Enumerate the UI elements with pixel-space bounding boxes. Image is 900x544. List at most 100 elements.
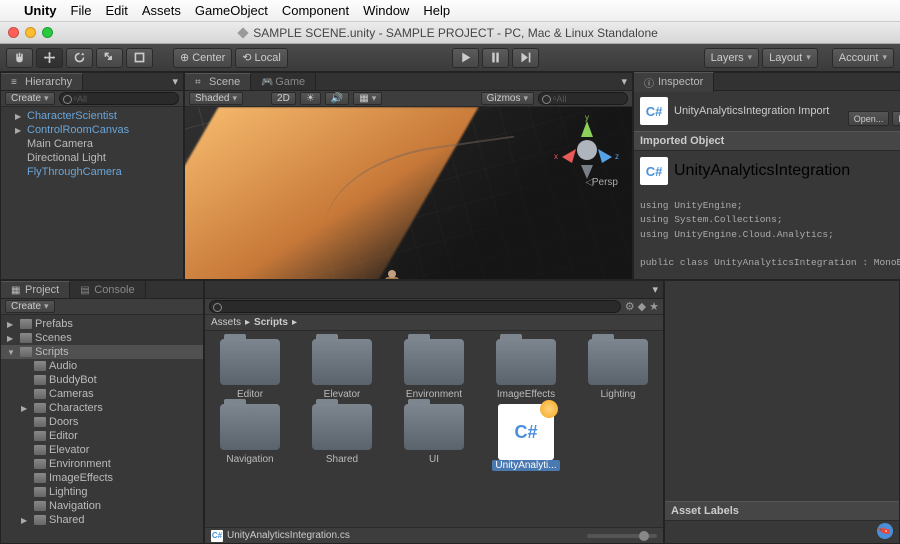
tab-inspector[interactable]: ⓘInspector: [634, 72, 714, 92]
grid-item[interactable]: Environment: [399, 339, 469, 400]
rotate-tool-button[interactable]: [66, 48, 93, 68]
tab-console[interactable]: ▤Console: [70, 281, 145, 298]
project-search-input[interactable]: [209, 300, 621, 313]
execution-order-button[interactable]: Execution Order...: [892, 111, 900, 126]
expand-icon[interactable]: ▶: [7, 320, 17, 329]
tree-item[interactable]: ▶ Characters: [1, 401, 203, 415]
pause-button[interactable]: [482, 48, 509, 68]
account-dropdown[interactable]: Account: [832, 48, 894, 68]
menu-help[interactable]: Help: [423, 3, 450, 18]
grid-item[interactable]: Elevator: [307, 339, 377, 400]
tree-item[interactable]: Cameras: [1, 387, 203, 401]
hierarchy-item[interactable]: ▶ControlRoomCanvas: [1, 123, 183, 137]
tab-game[interactable]: 🎮Game: [251, 73, 316, 90]
grid-item-label: Navigation: [226, 454, 273, 465]
tree-item[interactable]: BuddyBot: [1, 373, 203, 387]
hierarchy-options-icon[interactable]: ▾: [172, 75, 183, 88]
hierarchy-item[interactable]: Directional Light: [1, 151, 183, 165]
grid-item[interactable]: UI: [399, 404, 469, 471]
project-options-icon[interactable]: ▾: [652, 283, 663, 296]
scale-tool-button[interactable]: [96, 48, 123, 68]
tab-hierarchy[interactable]: ≡ Hierarchy: [1, 73, 83, 90]
tree-item[interactable]: ▶Shared: [1, 513, 203, 527]
menu-window[interactable]: Window: [363, 3, 409, 18]
lighting-toggle[interactable]: ☀: [300, 92, 321, 105]
zoom-window-button[interactable]: [42, 27, 53, 38]
hierarchy-item[interactable]: ▶CharacterScientist: [1, 109, 183, 123]
expand-icon[interactable]: ▶: [15, 126, 25, 135]
expand-icon[interactable]: ▶: [7, 334, 17, 343]
close-window-button[interactable]: [8, 27, 19, 38]
tree-item-label: Characters: [49, 402, 103, 414]
scene-search-input[interactable]: ᵒAll: [538, 92, 628, 105]
expand-icon[interactable]: ▶: [15, 112, 25, 121]
breadcrumb[interactable]: Assets ▸ Scripts ▸: [205, 315, 663, 331]
projection-label[interactable]: Persp: [585, 177, 618, 188]
hierarchy-item[interactable]: FlyThroughCamera: [1, 165, 183, 179]
thumbnail-size-slider[interactable]: [587, 534, 657, 538]
app-name[interactable]: Unity: [24, 3, 57, 18]
grid-item[interactable]: Lighting: [583, 339, 653, 400]
tree-item[interactable]: Elevator: [1, 443, 203, 457]
expand-icon[interactable]: ▼: [7, 348, 17, 357]
tree-item[interactable]: ▶Prefabs: [1, 317, 203, 331]
tab-scene[interactable]: ⌗Scene: [185, 73, 251, 90]
scene-viewport[interactable]: y z x Persp: [185, 107, 632, 279]
pivot-local-button[interactable]: ⟲Local: [235, 48, 288, 68]
menu-assets[interactable]: Assets: [142, 3, 181, 18]
step-button[interactable]: [512, 48, 539, 68]
menu-edit[interactable]: Edit: [105, 3, 127, 18]
tag-icon[interactable]: 🔖: [874, 520, 896, 542]
crumb[interactable]: Scripts: [254, 317, 288, 328]
menu-gameobject[interactable]: GameObject: [195, 3, 268, 18]
tree-item[interactable]: Environment: [1, 457, 203, 471]
tree-item[interactable]: ▶Scenes: [1, 331, 203, 345]
orientation-gizmo[interactable]: y z x: [552, 115, 622, 185]
menu-component[interactable]: Component: [282, 3, 349, 18]
grid-item[interactable]: Navigation: [215, 404, 285, 471]
layers-dropdown[interactable]: Layers: [704, 48, 760, 68]
pivot-center-button[interactable]: ⊕Center: [173, 48, 232, 68]
hand-tool-button[interactable]: [6, 48, 33, 68]
hierarchy-search-input[interactable]: ᵒAll: [59, 92, 179, 105]
move-tool-button[interactable]: [36, 48, 63, 68]
tab-project[interactable]: ▦Project: [1, 281, 70, 298]
minimize-window-button[interactable]: [25, 27, 36, 38]
scene-tab-options-icon[interactable]: ▾: [621, 75, 632, 88]
layout-dropdown[interactable]: Layout: [762, 48, 818, 68]
grid-item[interactable]: Shared: [307, 404, 377, 471]
tree-item[interactable]: Editor: [1, 429, 203, 443]
hierarchy-create-button[interactable]: Create: [5, 92, 55, 105]
open-button[interactable]: Open...: [848, 111, 890, 126]
crumb[interactable]: Assets: [211, 317, 241, 328]
project-tree[interactable]: ▶Prefabs▶Scenes▼ScriptsAudioBuddyBotCame…: [1, 315, 203, 543]
grid-item[interactable]: ImageEffects: [491, 339, 561, 400]
tree-item[interactable]: Doors: [1, 415, 203, 429]
tree-item[interactable]: ImageEffects: [1, 471, 203, 485]
fx-dropdown[interactable]: ▦: [353, 92, 382, 105]
favorite-icon[interactable]: ★: [649, 300, 659, 313]
project-create-button[interactable]: Create: [5, 300, 55, 313]
gizmos-dropdown[interactable]: Gizmos: [481, 92, 534, 105]
menu-file[interactable]: File: [71, 3, 92, 18]
grid-item[interactable]: C#UnityAnalyti...: [491, 404, 561, 471]
tree-item[interactable]: Navigation: [1, 499, 203, 513]
play-button[interactable]: [452, 48, 479, 68]
shading-mode-dropdown[interactable]: Shaded: [189, 92, 243, 105]
expand-icon[interactable]: ▶: [21, 516, 31, 525]
search-filter-icon[interactable]: ⚙: [625, 300, 635, 313]
search-label-icon[interactable]: ◆: [638, 300, 646, 313]
2d-toggle[interactable]: 2D: [271, 92, 296, 105]
grid-item[interactable]: Editor: [215, 339, 285, 400]
expand-icon[interactable]: ▶: [21, 404, 31, 413]
hierarchy-item[interactable]: Main Camera: [1, 137, 183, 151]
tree-item[interactable]: Audio: [1, 359, 203, 373]
tree-item[interactable]: Lighting: [1, 485, 203, 499]
rect-tool-button[interactable]: [126, 48, 153, 68]
asset-labels-section[interactable]: Asset Labels: [665, 501, 899, 521]
project-icon: ▦: [11, 285, 21, 296]
tree-item[interactable]: ▼Scripts: [1, 345, 203, 359]
hierarchy-list[interactable]: ▶CharacterScientist ▶ControlRoomCanvas M…: [1, 107, 183, 279]
audio-toggle[interactable]: 🔊: [325, 92, 349, 105]
project-grid[interactable]: AudioBuddyBotCamerasCharactersDoors Edit…: [205, 331, 663, 527]
